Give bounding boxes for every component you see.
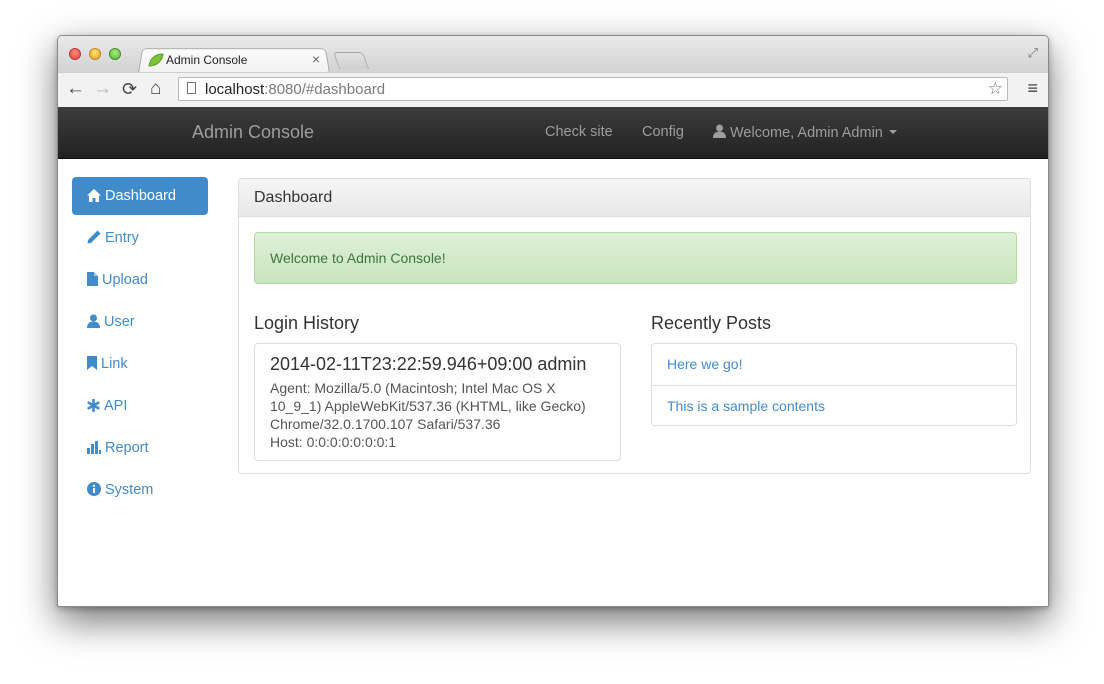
check-site-link[interactable]: Check site bbox=[545, 124, 613, 140]
tab-close-icon[interactable]: × bbox=[312, 51, 320, 67]
login-history-title: Login History bbox=[254, 313, 360, 333]
menu-icon[interactable]: ≡ bbox=[1027, 78, 1038, 99]
reload-icon[interactable]: ⟳ bbox=[122, 79, 137, 99]
user-menu-dropdown[interactable]: Welcome, Admin Admin bbox=[713, 124, 897, 141]
sidebar-item-label: System bbox=[105, 482, 154, 498]
post-link[interactable]: Here we go! bbox=[652, 344, 1016, 385]
new-tab-button[interactable] bbox=[332, 52, 370, 69]
sidebar-item-label: Link bbox=[101, 356, 128, 372]
minimize-window-button[interactable] bbox=[89, 48, 101, 60]
user-menu-label: Welcome, Admin Admin bbox=[730, 125, 883, 141]
forward-arrow-icon[interactable]: → bbox=[93, 79, 112, 99]
sidebar-item-label: Upload bbox=[102, 272, 148, 288]
tab-strip: Admin Console × ⤢ bbox=[58, 36, 1048, 73]
login-agent-line: Chrome/32.0.1700.107 Safari/537.36 bbox=[270, 416, 501, 432]
login-host-line: Host: 0:0:0:0:0:0:0:1 bbox=[270, 434, 397, 450]
post-link[interactable]: This is a sample contents bbox=[652, 385, 1016, 426]
sidebar-item-link[interactable]: Link bbox=[72, 345, 208, 383]
sidebar-item-system[interactable]: System bbox=[72, 471, 208, 509]
browser-toolbar: ← → ⟳ ⌂ localhost:8080/#dashboard ☆ ≡ bbox=[58, 72, 1048, 108]
sidebar-nav: Dashboard Entry Upload User Link API Rep… bbox=[72, 177, 208, 513]
sidebar-item-upload[interactable]: Upload bbox=[72, 261, 208, 299]
login-agent-line: Agent: Mozilla/5.0 (Macintosh; Intel Mac… bbox=[270, 380, 556, 396]
asterisk-icon bbox=[87, 398, 100, 413]
sidebar-item-label: Entry bbox=[105, 230, 139, 246]
browser-window: Admin Console × ⤢ ← → ⟳ ⌂ localhost:8080… bbox=[57, 35, 1049, 607]
sidebar-item-label: API bbox=[104, 398, 128, 414]
stats-icon bbox=[87, 441, 101, 454]
login-history-entry: 2014-02-11T23:22:59.946+09:00 admin Agen… bbox=[254, 343, 621, 461]
sidebar-item-label: Dashboard bbox=[105, 188, 176, 204]
browser-tab-content[interactable]: Admin Console × bbox=[146, 50, 326, 70]
sidebar-item-user[interactable]: User bbox=[72, 303, 208, 341]
dashboard-panel: Dashboard Welcome to Admin Console! Logi… bbox=[238, 178, 1031, 474]
zoom-window-button[interactable] bbox=[109, 48, 121, 60]
user-icon bbox=[713, 124, 726, 138]
sidebar-item-entry[interactable]: Entry bbox=[72, 219, 208, 257]
fullscreen-icon[interactable]: ⤢ bbox=[1028, 45, 1038, 61]
recent-posts-list: Here we go! This is a sample contents bbox=[651, 343, 1017, 426]
home-icon bbox=[87, 189, 101, 202]
bookmark-star-icon[interactable]: ☆ bbox=[988, 79, 1003, 99]
pencil-icon bbox=[87, 230, 101, 244]
url-text[interactable]: localhost:8080/#dashboard bbox=[205, 81, 385, 98]
welcome-alert: Welcome to Admin Console! bbox=[254, 232, 1017, 284]
login-history-heading: 2014-02-11T23:22:59.946+09:00 admin bbox=[270, 354, 587, 374]
sidebar-item-report[interactable]: Report bbox=[72, 429, 208, 467]
leaf-favicon-icon bbox=[148, 53, 164, 72]
config-link[interactable]: Config bbox=[642, 124, 684, 140]
caret-down-icon bbox=[888, 130, 897, 134]
panel-title: Dashboard bbox=[239, 179, 1030, 217]
sidebar-item-dashboard[interactable]: Dashboard bbox=[72, 177, 208, 215]
navbar-brand[interactable]: Admin Console bbox=[192, 122, 314, 143]
back-arrow-icon[interactable]: ← bbox=[66, 79, 85, 99]
tab-title: Admin Console bbox=[166, 53, 248, 67]
sidebar-item-api[interactable]: API bbox=[72, 387, 208, 425]
user-icon bbox=[87, 314, 100, 328]
close-window-button[interactable] bbox=[69, 48, 81, 60]
home-button-icon[interactable]: ⌂ bbox=[150, 79, 161, 99]
page-icon bbox=[187, 82, 196, 94]
login-agent-line: 10_9_1) AppleWebKit/537.36 (KHTML, like … bbox=[270, 398, 586, 414]
sidebar-item-label: User bbox=[104, 314, 135, 330]
bookmark-icon bbox=[87, 356, 97, 370]
sidebar-item-label: Report bbox=[105, 440, 149, 456]
app-navbar: Admin Console Check site Config Welcome,… bbox=[58, 107, 1048, 159]
recent-posts-title: Recently Posts bbox=[651, 313, 772, 333]
file-icon bbox=[87, 272, 98, 286]
address-bar[interactable]: localhost:8080/#dashboard ☆ bbox=[178, 77, 1008, 101]
info-icon bbox=[87, 482, 101, 496]
